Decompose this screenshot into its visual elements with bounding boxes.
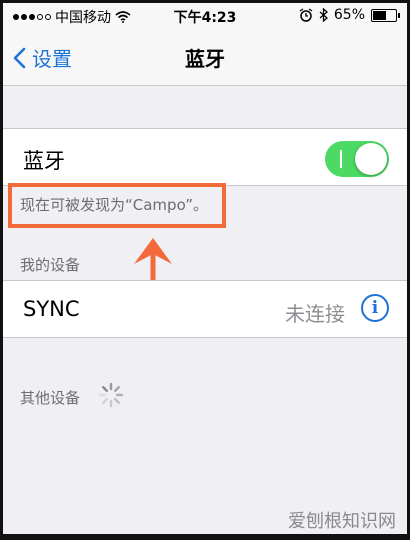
- bluetooth-label: 蓝牙: [23, 149, 65, 173]
- status-bar: 中国移动 下午4:23 65%: [3, 3, 407, 27]
- device-status: 未连接: [285, 302, 345, 326]
- loading-spinner-icon: [98, 382, 124, 408]
- frame-bottom: [0, 534, 410, 540]
- alarm-clock-icon: [299, 8, 313, 22]
- bluetooth-icon: [319, 8, 328, 22]
- my-devices-group: SYNC 未连接 i: [3, 280, 407, 338]
- watermark: 爱刨根知识网: [288, 511, 396, 532]
- toggle-knob[interactable]: [355, 143, 387, 175]
- annotation-highlight-box: [8, 183, 226, 228]
- device-name: SYNC: [23, 297, 80, 321]
- other-devices-header: 其他设备: [20, 389, 81, 407]
- battery-icon: [371, 8, 400, 22]
- info-icon[interactable]: i: [361, 294, 389, 322]
- my-devices-header: 我的设备: [20, 256, 81, 274]
- bluetooth-row: 蓝牙: [3, 129, 407, 185]
- bluetooth-group: 蓝牙: [3, 128, 407, 186]
- toggle-on-mark: [340, 150, 342, 168]
- device-row[interactable]: SYNC 未连接 i: [3, 281, 407, 337]
- battery-percent: 65%: [333, 7, 365, 23]
- battery-tip: [398, 12, 400, 18]
- page-title: 蓝牙: [185, 47, 225, 71]
- battery-level: [373, 10, 386, 20]
- status-right: 65%: [299, 7, 400, 23]
- bluetooth-toggle[interactable]: [325, 141, 389, 177]
- navigation-bar: 设置 蓝牙: [3, 27, 407, 86]
